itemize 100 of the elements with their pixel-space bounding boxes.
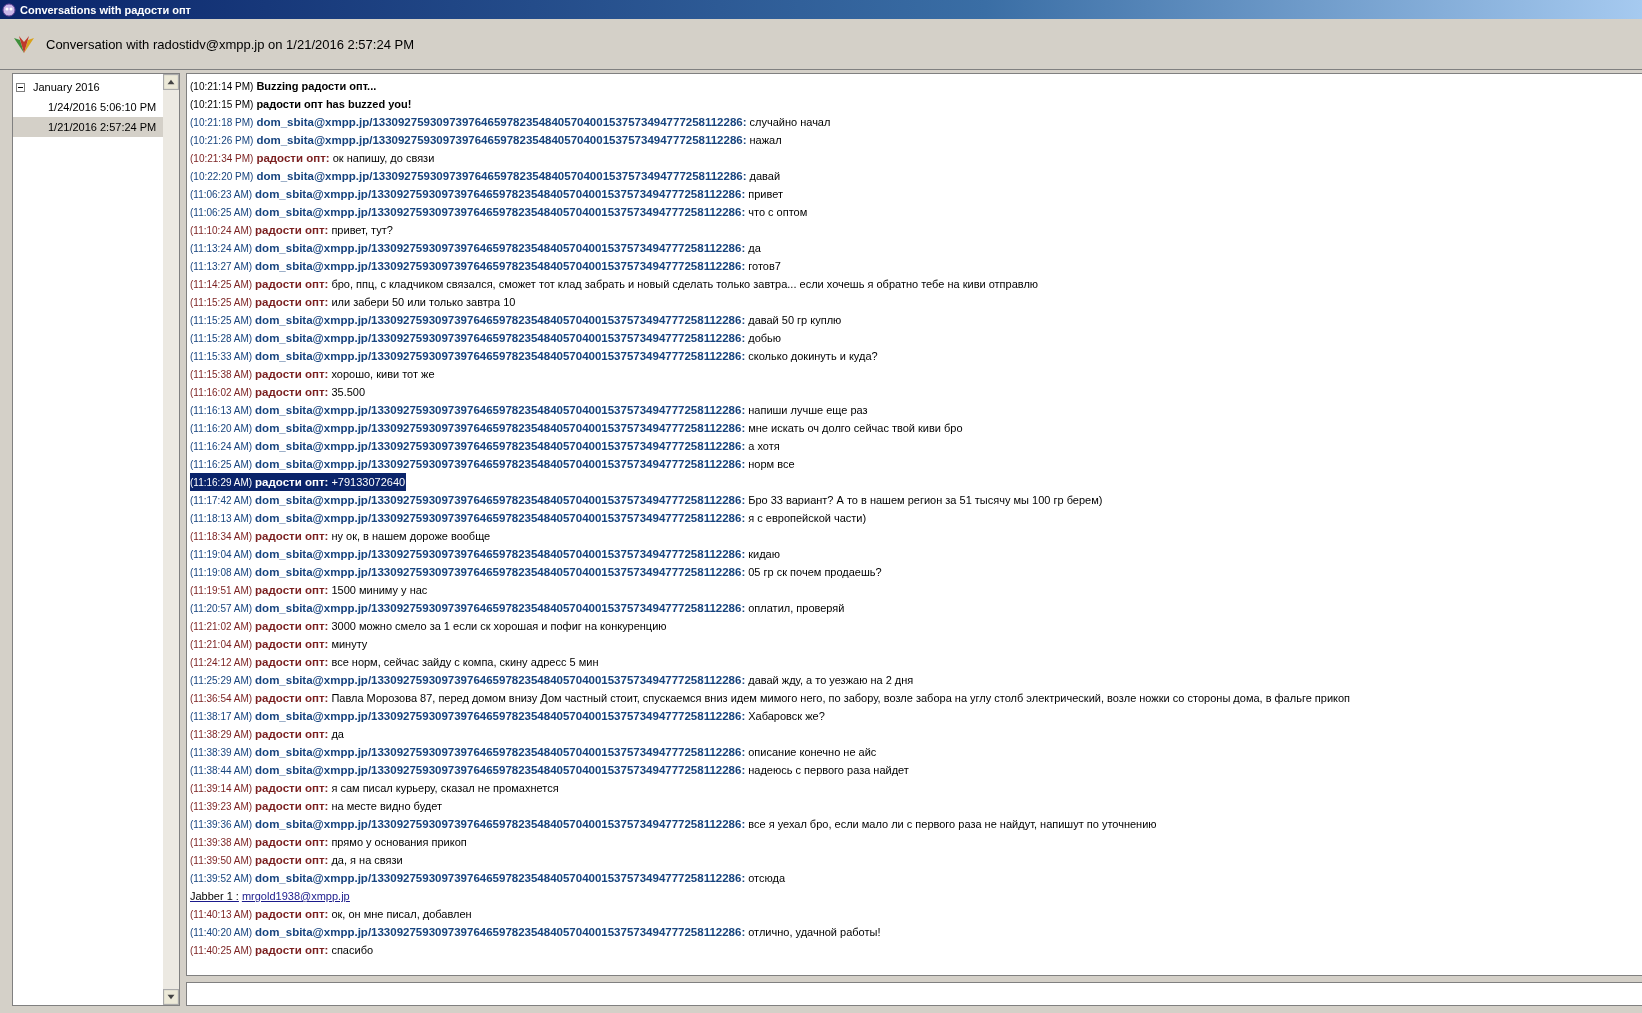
- message-time: (11:40:13 AM): [190, 908, 253, 920]
- sender-name: dom_sbita@xmpp.jp/1330927593097397646597823548405704001537573494777258112286:: [255, 566, 746, 578]
- message-time: (11:15:33 AM): [190, 350, 253, 362]
- message-text: 35.500: [331, 386, 366, 398]
- message-text: все норм, сейчас зайду с компа, скину адресс 5 мин: [331, 656, 599, 668]
- sender-name: dom_sbita@xmpp.jp/1330927593097397646597823548405704001537573494777258112286:: [255, 314, 746, 326]
- sender-name: dom_sbita@xmpp.jp/1330927593097397646597823548405704001537573494777258112286:: [255, 674, 746, 686]
- message-time: (11:18:13 AM): [190, 512, 253, 524]
- message-text: привет: [748, 188, 783, 200]
- message-time: (11:38:39 AM): [190, 746, 253, 758]
- message-text: ок, он мне писал, добавлен: [331, 908, 472, 920]
- message-time: (10:21:26 PM): [190, 134, 254, 146]
- sender-name: dom_sbita@xmpp.jp/1330927593097397646597823548405704001537573494777258112286:: [255, 422, 746, 434]
- sender-name: радости опт:: [255, 800, 329, 812]
- sender-name: радости опт:: [255, 692, 329, 704]
- message-time: (11:18:34 AM): [190, 530, 253, 542]
- message-text: я с европейской части): [748, 512, 867, 524]
- scroll-up-icon[interactable]: [163, 74, 179, 90]
- message-time: (11:13:27 AM): [190, 260, 253, 272]
- message-time: (11:16:29 AM): [190, 476, 253, 488]
- sender-name: dom_sbita@xmpp.jp/1330927593097397646597823548405704001537573494777258112286:: [255, 188, 746, 200]
- message-text: отсюда: [748, 872, 786, 884]
- message-text: Бро 33 вариант? А то в нашем регион за 51 тысячу мы 100 гр берем): [748, 494, 1103, 506]
- message-text: нажал: [749, 134, 782, 146]
- message-text: да, я на связи: [331, 854, 403, 866]
- window-title: Conversations with радости опт: [20, 3, 191, 16]
- message-time: (11:16:02 AM): [190, 386, 253, 398]
- message-text: описание конечно не айс: [748, 746, 877, 758]
- message-time: (10:22:20 PM): [190, 170, 254, 182]
- message-text: Jabber 1 :: [190, 890, 239, 902]
- message-text: добью: [748, 332, 782, 344]
- message-time: (11:24:12 AM): [190, 656, 253, 668]
- tree-item[interactable]: January 2016: [13, 77, 163, 97]
- message-text: +79133072640: [331, 476, 406, 488]
- sender-name: dom_sbita@xmpp.jp/1330927593097397646597823548405704001537573494777258112286:: [255, 458, 746, 470]
- message-input[interactable]: [186, 982, 1642, 1006]
- message-time: (11:40:25 AM): [190, 944, 253, 956]
- message-text: минуту: [331, 638, 368, 650]
- sender-name: радости опт:: [255, 728, 329, 740]
- conversation-title: Conversation with radostidv@xmpp.jp on 1/21/2016 2:57:24 PM: [46, 36, 415, 52]
- message-time: (11:16:13 AM): [190, 404, 253, 416]
- tree-item[interactable]: 1/21/2016 2:57:24 PM: [13, 117, 163, 137]
- message-text: прямо у основания прикоп: [331, 836, 467, 848]
- message-text: отлично, удачной работы!: [748, 926, 881, 938]
- message-text: ну ок, в нашем дороже вообще: [331, 530, 491, 542]
- bird-icon: [12, 34, 36, 54]
- message-time: (10:21:18 PM): [190, 116, 254, 128]
- message-text: норм все: [748, 458, 795, 470]
- message-text: а хотя: [748, 440, 780, 452]
- sender-name: радости опт:: [255, 836, 329, 848]
- message-text: бро, ппц, с кладчиком связался, сможет тот клад забрать и новый сделать только завтра... если хочешь я обратно тебе на киви отправлю: [331, 278, 1039, 290]
- collapse-icon[interactable]: [16, 82, 25, 92]
- message-time: (11:21:04 AM): [190, 638, 253, 650]
- message-time: (11:15:25 AM): [190, 314, 253, 326]
- scroll-down-icon[interactable]: [163, 989, 179, 1005]
- message-time: (11:19:04 AM): [190, 548, 253, 560]
- message-time: (11:19:08 AM): [190, 566, 253, 578]
- message-time: (10:21:14 PM): [190, 80, 254, 92]
- message-time: (11:16:25 AM): [190, 458, 253, 470]
- sender-name: dom_sbita@xmpp.jp/1330927593097397646597823548405704001537573494777258112286:: [256, 116, 747, 128]
- sender-name: радости опт:: [255, 386, 329, 398]
- message-text: да: [748, 242, 761, 254]
- sender-name: dom_sbita@xmpp.jp/1330927593097397646597823548405704001537573494777258112286:: [255, 404, 746, 416]
- message-text: ок напишу, до связи: [332, 152, 435, 164]
- message-time: (11:39:14 AM): [190, 782, 253, 794]
- message-time: (11:39:36 AM): [190, 818, 253, 830]
- message-time: (11:15:28 AM): [190, 332, 253, 344]
- message-time: (11:39:50 AM): [190, 854, 253, 866]
- message-time: (11:17:42 AM): [190, 494, 253, 506]
- message-time: (10:21:15 PM): [190, 98, 254, 110]
- tree-item[interactable]: 1/24/2016 5:06:10 PM: [13, 97, 163, 117]
- sender-name: dom_sbita@xmpp.jp/1330927593097397646597823548405704001537573494777258112286:: [255, 602, 746, 614]
- message-text: или забери 50 или только завтра 10: [331, 296, 516, 308]
- sender-name: радости опт:: [255, 584, 329, 596]
- sender-name: радости опт:: [255, 476, 329, 488]
- app-icon: [2, 2, 16, 17]
- message-time: (11:20:57 AM): [190, 602, 253, 614]
- message-text: спасибо: [331, 944, 374, 956]
- sender-name: dom_sbita@xmpp.jp/1330927593097397646597823548405704001537573494777258112286:: [255, 512, 746, 524]
- sender-name: радости опт:: [255, 908, 329, 920]
- message-time: (11:38:29 AM): [190, 728, 253, 740]
- message-time: (11:38:17 AM): [190, 710, 253, 722]
- sender-name: радости опт:: [255, 530, 329, 542]
- sender-name: dom_sbita@xmpp.jp/1330927593097397646597823548405704001537573494777258112286:: [255, 494, 746, 506]
- message-text: напиши лучше еще раз: [748, 404, 868, 416]
- sender-name: радости опт:: [255, 296, 329, 308]
- message-time: (11:21:02 AM): [190, 620, 253, 632]
- sender-name: dom_sbita@xmpp.jp/1330927593097397646597823548405704001537573494777258112286:: [256, 170, 747, 182]
- email-link[interactable]: mrgold1938@xmpp.jp: [241, 890, 350, 902]
- message-text: 3000 можно смело за 1 если ск хорошая и пофиг на конкуренцию: [331, 620, 667, 632]
- message-text: надеюсь с первого раза найдет: [748, 764, 909, 776]
- message-text: 05 гр ск почем продаешь?: [748, 566, 882, 578]
- sender-name: dom_sbita@xmpp.jp/1330927593097397646597823548405704001537573494777258112286:: [255, 206, 746, 218]
- message-text: все я уехал бро, если мало ли с первого раза не найдут, напишут по уточнению: [748, 818, 1157, 830]
- sender-name: dom_sbita@xmpp.jp/1330927593097397646597823548405704001537573494777258112286:: [255, 242, 746, 254]
- message-text: что с оптом: [748, 206, 808, 218]
- message-text: привет, тут?: [331, 224, 393, 236]
- scrollbar[interactable]: [163, 74, 179, 1005]
- message-text: давай: [749, 170, 781, 182]
- sender-name: dom_sbita@xmpp.jp/1330927593097397646597823548405704001537573494777258112286:: [255, 710, 746, 722]
